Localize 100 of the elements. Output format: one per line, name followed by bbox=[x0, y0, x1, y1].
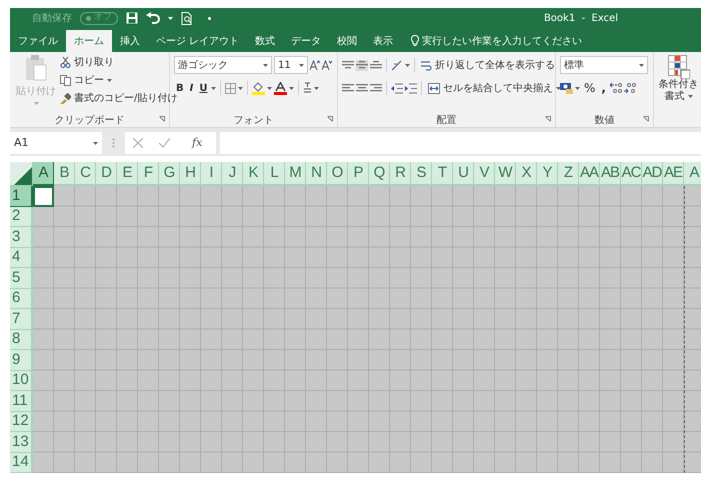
column-header[interactable]: C bbox=[75, 162, 96, 186]
column-header[interactable]: AD bbox=[642, 162, 663, 186]
align-left-icon[interactable] bbox=[342, 82, 354, 94]
ribbon-tab[interactable]: 挿入 bbox=[112, 30, 148, 52]
column-header[interactable]: A bbox=[684, 162, 701, 186]
column-header[interactable]: E bbox=[117, 162, 138, 186]
decrease-font-size-icon[interactable] bbox=[322, 60, 332, 70]
row-header[interactable]: 7 bbox=[10, 309, 33, 330]
column-header[interactable]: AC bbox=[621, 162, 642, 186]
column-header[interactable]: G bbox=[159, 162, 180, 186]
name-box[interactable]: A1 bbox=[10, 132, 102, 154]
ribbon-tab[interactable]: ファイル bbox=[10, 30, 66, 52]
column-header[interactable]: O bbox=[327, 162, 348, 186]
font-size-dropdown[interactable]: 11 bbox=[274, 56, 308, 74]
column-header[interactable]: M bbox=[285, 162, 306, 186]
grip-icon[interactable] bbox=[112, 138, 115, 148]
column-header[interactable]: W bbox=[495, 162, 516, 186]
dialog-launcher-icon[interactable] bbox=[327, 116, 333, 122]
row-header[interactable]: 13 bbox=[10, 432, 33, 452]
column-header[interactable]: X bbox=[516, 162, 537, 186]
dialog-launcher-icon[interactable] bbox=[159, 116, 165, 122]
borders-icon[interactable] bbox=[225, 82, 236, 94]
phonetic-icon[interactable] bbox=[303, 82, 312, 94]
format-painter-button[interactable]: 書式のコピー/貼り付け bbox=[58, 90, 180, 107]
ribbon-tab[interactable]: ページ レイアウト bbox=[148, 30, 248, 52]
column-header[interactable]: AE bbox=[663, 162, 684, 186]
ribbon-tab[interactable]: 表示 bbox=[365, 30, 402, 52]
center-icon[interactable] bbox=[356, 82, 368, 94]
row-header[interactable]: 1 bbox=[10, 186, 33, 206]
ribbon-tab[interactable]: 校閲 bbox=[329, 30, 366, 52]
select-all-corner[interactable] bbox=[10, 162, 33, 186]
orientation-icon[interactable] bbox=[391, 60, 403, 70]
column-header[interactable]: AA bbox=[579, 162, 600, 186]
active-cell[interactable] bbox=[33, 186, 54, 206]
column-header[interactable]: U bbox=[453, 162, 474, 186]
column-header[interactable]: F bbox=[138, 162, 159, 186]
undo-icon[interactable] bbox=[146, 12, 160, 24]
column-header[interactable]: V bbox=[474, 162, 495, 186]
italic-button[interactable]: I bbox=[188, 80, 196, 96]
font-name-dropdown[interactable]: 游ゴシック bbox=[174, 56, 272, 74]
row-header[interactable]: 11 bbox=[10, 391, 33, 412]
font-color-icon[interactable] bbox=[274, 82, 288, 94]
column-header[interactable]: A bbox=[33, 162, 54, 186]
wrap-text-button[interactable]: 折り返して全体を表示する bbox=[419, 56, 557, 74]
increase-decimal-icon[interactable] bbox=[610, 82, 622, 94]
caret-icon bbox=[238, 86, 244, 90]
customize-icon[interactable] bbox=[207, 16, 212, 20]
dialog-launcher-icon[interactable] bbox=[545, 116, 551, 122]
comma-button[interactable]: , bbox=[599, 78, 608, 98]
row-header[interactable]: 12 bbox=[10, 412, 33, 432]
ribbon-tab[interactable]: ホーム bbox=[66, 30, 112, 52]
column-header[interactable]: H bbox=[180, 162, 201, 186]
row-header[interactable]: 10 bbox=[10, 370, 33, 391]
caret-icon bbox=[556, 86, 561, 90]
top-align-icon[interactable] bbox=[342, 60, 354, 70]
column-header[interactable]: R bbox=[390, 162, 411, 186]
align-right-icon[interactable] bbox=[370, 82, 382, 94]
row-header[interactable]: 4 bbox=[10, 248, 33, 268]
row-header[interactable]: 14 bbox=[10, 452, 33, 473]
column-header[interactable]: Y bbox=[537, 162, 558, 186]
column-header[interactable]: N bbox=[306, 162, 327, 186]
column-header[interactable]: I bbox=[201, 162, 222, 186]
copy-button[interactable]: コピー bbox=[58, 72, 114, 89]
cut-button[interactable]: 切り取り bbox=[58, 54, 116, 71]
number-format-dropdown[interactable]: 標準 bbox=[560, 56, 648, 74]
row-header[interactable]: 6 bbox=[10, 288, 33, 309]
ribbon-tab[interactable]: データ bbox=[283, 30, 330, 52]
column-header[interactable]: P bbox=[348, 162, 369, 186]
increase-font-size-icon[interactable] bbox=[310, 60, 320, 70]
column-header[interactable]: D bbox=[96, 162, 117, 186]
autosave-toggle[interactable]: オフ bbox=[80, 12, 118, 24]
fill-color-icon[interactable] bbox=[252, 82, 266, 94]
increase-indent-icon[interactable] bbox=[405, 82, 417, 94]
column-header[interactable]: B bbox=[54, 162, 75, 186]
column-header[interactable]: T bbox=[432, 162, 453, 186]
bottom-align-icon[interactable] bbox=[370, 60, 382, 70]
row-header[interactable]: 5 bbox=[10, 268, 33, 288]
column-header[interactable]: L bbox=[264, 162, 285, 186]
decrease-indent-icon[interactable] bbox=[391, 82, 403, 94]
column-header[interactable]: Q bbox=[369, 162, 390, 186]
column-header[interactable]: AB bbox=[600, 162, 621, 186]
print-preview-icon[interactable] bbox=[181, 12, 193, 24]
column-header[interactable]: Z bbox=[558, 162, 579, 186]
middle-align-icon[interactable] bbox=[356, 60, 368, 70]
save-icon[interactable] bbox=[126, 12, 138, 24]
conditional-formatting-button[interactable]: 条件付き 書式 bbox=[656, 54, 701, 104]
tell-me-search[interactable]: 実行したい作業を入力してください bbox=[409, 30, 584, 52]
row-header[interactable]: 8 bbox=[10, 330, 33, 350]
row-header[interactable]: 3 bbox=[10, 227, 33, 248]
row-header[interactable]: 9 bbox=[10, 350, 33, 370]
column-header[interactable]: K bbox=[243, 162, 264, 186]
percent-button[interactable]: % bbox=[582, 78, 598, 98]
currency-icon[interactable] bbox=[560, 82, 573, 94]
decrease-decimal-icon[interactable] bbox=[624, 82, 636, 94]
column-header[interactable]: S bbox=[411, 162, 432, 186]
column-header[interactable]: J bbox=[222, 162, 243, 186]
row-header[interactable]: 2 bbox=[10, 206, 33, 227]
ribbon-tab[interactable]: 数式 bbox=[247, 30, 284, 52]
dialog-launcher-icon[interactable] bbox=[643, 116, 649, 122]
underline-button[interactable]: U bbox=[197, 80, 210, 96]
